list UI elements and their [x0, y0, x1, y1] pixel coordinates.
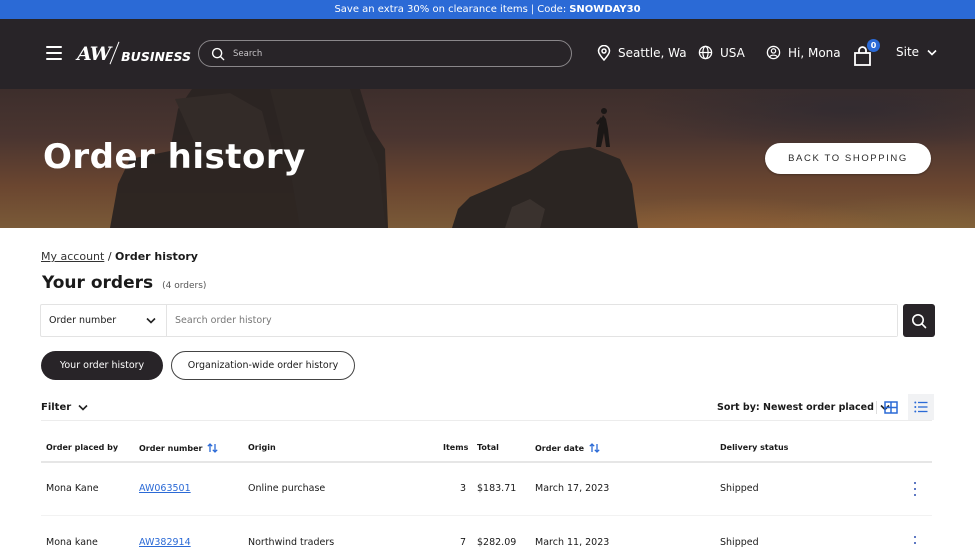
promo-text: Save an extra 30% on clearance items — [334, 4, 528, 15]
order-search-button[interactable] — [903, 304, 935, 337]
cell-order-date: March 17, 2023 — [535, 483, 610, 494]
cell-total: $282.09 — [477, 537, 517, 548]
logo-primary: AW — [77, 43, 111, 65]
cart-count-badge: 0 — [867, 39, 880, 52]
cell-delivery-status: Shipped — [720, 483, 759, 494]
grid-view-button[interactable] — [881, 397, 901, 417]
cell-order-number-link[interactable]: AW063501 — [139, 483, 191, 494]
sort-arrows-icon — [207, 443, 219, 453]
region-selector[interactable]: USA — [698, 45, 745, 60]
toolbar-divider-line — [41, 420, 932, 421]
location-label: Seattle, Wa — [618, 46, 687, 60]
row-actions-menu-icon[interactable] — [910, 535, 920, 548]
location-pin-icon — [597, 45, 611, 61]
chevron-down-icon — [146, 317, 156, 324]
grid-view-icon — [884, 400, 898, 414]
promo-separator: | — [530, 4, 535, 15]
hero-title: Order history — [43, 137, 306, 177]
orders-count: (4 orders) — [162, 281, 207, 291]
search-icon — [211, 47, 225, 60]
column-header-order-number[interactable]: Order number — [139, 443, 219, 453]
chevron-down-icon — [78, 404, 88, 411]
promo-code-label: Code: — [537, 4, 567, 15]
promo-code: SNOWDAY30 — [569, 4, 641, 15]
menu-icon[interactable] — [46, 46, 62, 60]
cart-button[interactable]: 0 — [853, 39, 880, 67]
site-label: Site — [896, 45, 920, 59]
site-search[interactable] — [198, 40, 572, 67]
tab-organization-order-history[interactable]: Organization-wide order history — [171, 351, 355, 380]
filter-label: Filter — [41, 402, 72, 413]
top-navigation: AW BUSINESS Seattle, Wa USA Hi, Mona 0 S… — [0, 19, 975, 89]
logo-slash — [109, 41, 120, 65]
list-view-button[interactable] — [908, 394, 934, 420]
cell-items: 3 — [459, 483, 466, 494]
breadcrumb-my-account[interactable]: My account — [41, 250, 104, 263]
sort-arrows-icon — [589, 443, 600, 453]
logo-secondary: BUSINESS — [121, 49, 192, 64]
greeting-label: Hi, Mona — [788, 45, 841, 60]
toolbar-divider — [876, 401, 877, 414]
cell-total: $183.71 — [477, 483, 517, 494]
hero-banner: Order history BACK TO SHOPPING — [0, 89, 975, 228]
tab-your-order-history[interactable]: Your order history — [41, 351, 163, 380]
column-header-items: Items — [443, 443, 469, 452]
list-view-icon — [914, 401, 928, 413]
column-header-origin: Origin — [248, 443, 276, 452]
site-search-input[interactable] — [233, 48, 533, 59]
cell-order-number-link[interactable]: AW382914 — [139, 537, 191, 548]
search-field-select[interactable]: Order number — [41, 305, 167, 336]
search-field-value: Order number — [49, 315, 117, 326]
column-header-total: Total — [477, 443, 499, 452]
cell-placed-by: Mona kane — [46, 537, 98, 548]
column-header-order-number-label: Order number — [139, 443, 203, 453]
page-title: Your orders — [42, 273, 154, 293]
cell-origin: Online purchase — [248, 483, 326, 494]
search-icon — [912, 313, 927, 328]
cell-placed-by: Mona Kane — [46, 483, 99, 494]
cell-delivery-status: Shipped — [720, 537, 759, 548]
column-header-order-date-label: Order date — [535, 443, 585, 453]
sort-label: Sort by: Newest order placed — [717, 402, 874, 413]
back-to-shopping-button[interactable]: BACK TO SHOPPING — [765, 143, 931, 174]
cell-origin: Northwind traders — [248, 537, 335, 548]
breadcrumb: My account / Order history — [41, 250, 198, 263]
globe-icon — [698, 45, 713, 60]
sort-dropdown[interactable]: Sort by: Newest order placed — [717, 402, 890, 413]
logo[interactable]: AW BUSINESS — [77, 41, 191, 65]
user-icon — [766, 45, 781, 60]
row-divider — [41, 515, 932, 516]
column-header-order-date[interactable]: Order date — [535, 443, 600, 453]
location-selector[interactable]: Seattle, Wa — [597, 45, 687, 61]
site-selector[interactable]: Site — [896, 45, 937, 59]
order-search-input[interactable] — [167, 305, 897, 336]
breadcrumb-current: Order history — [115, 250, 198, 263]
breadcrumb-separator: / — [107, 250, 112, 263]
order-search-bar: Order number — [40, 304, 898, 337]
region-label: USA — [720, 45, 745, 60]
account-menu[interactable]: Hi, Mona — [766, 45, 841, 60]
row-actions-menu-icon[interactable] — [910, 481, 920, 497]
promo-banner: Save an extra 30% on clearance items | C… — [0, 0, 975, 19]
column-header-delivery-status: Delivery status — [720, 443, 789, 452]
column-header-placed-by: Order placed by — [46, 443, 119, 452]
cell-items: 7 — [459, 537, 466, 548]
cell-order-date: March 11, 2023 — [535, 537, 610, 548]
filter-toggle[interactable]: Filter — [41, 402, 88, 413]
orders-header: Your orders (4 orders) — [42, 273, 206, 293]
table-header-divider — [41, 461, 932, 463]
chevron-down-icon — [927, 49, 937, 56]
